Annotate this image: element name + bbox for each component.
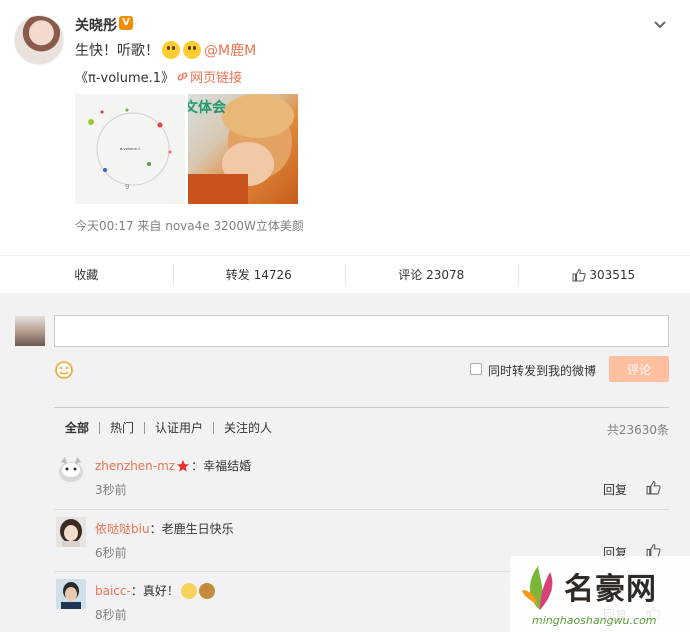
commenter-avatar[interactable]: [56, 454, 86, 484]
reply-button[interactable]: 回复: [603, 481, 627, 498]
site-watermark: 名豪网 minghaoshangwu.com: [510, 556, 690, 632]
web-link[interactable]: 网页链接: [174, 67, 242, 86]
post-text-body: 生快！听歌！: [75, 43, 159, 59]
author-avatar[interactable]: [14, 15, 64, 65]
comment-time: 8秒前: [95, 608, 127, 622]
filter-hot[interactable]: 热门: [110, 419, 134, 436]
mention-link[interactable]: @M鹿M: [204, 40, 256, 60]
divider: [99, 421, 101, 434]
album-cover-image[interactable]: π-volume.1 9: [75, 94, 185, 204]
post-text: 生快！听歌！ @M鹿M: [75, 40, 256, 60]
commenter-name[interactable]: zhenzhen-mz: [95, 459, 175, 473]
divider: [144, 421, 146, 434]
thumbs-up-icon: [572, 268, 586, 281]
commenter-avatar[interactable]: [56, 517, 86, 547]
comment-item: zhenzhen-mz ：幸福结婚 3秒前 回复: [54, 447, 669, 509]
comment-input[interactable]: [54, 315, 669, 347]
link-icon: [177, 72, 188, 81]
like-button[interactable]: 303515: [517, 256, 690, 293]
portrait-caption: 文体会: [188, 99, 227, 116]
filter-following[interactable]: 关注的人: [224, 419, 272, 436]
comment-text: ：老鹿生日快乐: [149, 522, 234, 536]
watermark-title: 名豪网: [564, 572, 657, 607]
web-link-label: 网页链接: [190, 71, 243, 86]
author-name[interactable]: 关晓彤: [75, 15, 117, 35]
album-title: 《π-volume.1》: [75, 71, 175, 86]
verified-badge-icon: V: [119, 16, 133, 30]
divider: [213, 421, 215, 434]
svg-text:9: 9: [125, 183, 129, 191]
watermark-url: minghaoshangwu.com: [532, 614, 657, 627]
filter-verified[interactable]: 认证用户: [155, 419, 203, 436]
leaf-logo-icon: [522, 566, 553, 610]
scared-face-emoji-icon: [162, 41, 180, 59]
scared-face-emoji-icon: [183, 41, 201, 59]
album-cover-caption: π-volume.1: [120, 147, 140, 151]
submit-comment-button[interactable]: 评论: [609, 356, 669, 382]
comment-time: 6秒前: [95, 546, 127, 560]
comment-total: 共23630条: [606, 423, 669, 437]
action-bar: 收藏 转发 14726 评论 23078 303515: [0, 255, 690, 293]
chevron-down-icon[interactable]: [651, 16, 669, 34]
current-user-avatar: [15, 316, 45, 346]
thumbs-up-icon[interactable]: [646, 480, 661, 495]
comment-time: 3秒前: [95, 483, 127, 497]
comment-text: ：真好！: [130, 584, 179, 598]
reindeer-emoji-icon: [198, 582, 215, 599]
star-badge-icon: [177, 459, 190, 472]
repost-label: 同时转发到我的微博: [488, 364, 597, 378]
comment-filter-bar: 全部 热门 认证用户 关注的人 共23630条: [54, 407, 669, 447]
doge-emoji-icon: [180, 582, 197, 599]
comment-button[interactable]: 评论 23078: [345, 256, 518, 293]
commenter-avatar[interactable]: [56, 579, 86, 609]
portrait-image[interactable]: 文体会: [188, 94, 298, 204]
commenter-name[interactable]: 依哒哒biu: [95, 520, 150, 537]
post-meta: 今天00:17 来自 nova4e 3200W立体美颜: [75, 219, 304, 233]
comment-text: ：幸福结婚: [191, 459, 252, 473]
favorite-button[interactable]: 收藏: [0, 256, 173, 293]
filter-all[interactable]: 全部: [65, 419, 89, 436]
album-line: 《π-volume.1》 网页链接: [75, 67, 242, 86]
commenter-name[interactable]: baicc-: [95, 584, 131, 598]
repost-checkbox[interactable]: [470, 363, 482, 375]
weibo-post: 关晓彤 V 生快！听歌！ @M鹿M 《π-volume.1》 网页链接 π-vo: [0, 0, 690, 255]
emoji-picker-icon[interactable]: [54, 360, 74, 380]
repost-button[interactable]: 转发 14726: [172, 256, 346, 293]
